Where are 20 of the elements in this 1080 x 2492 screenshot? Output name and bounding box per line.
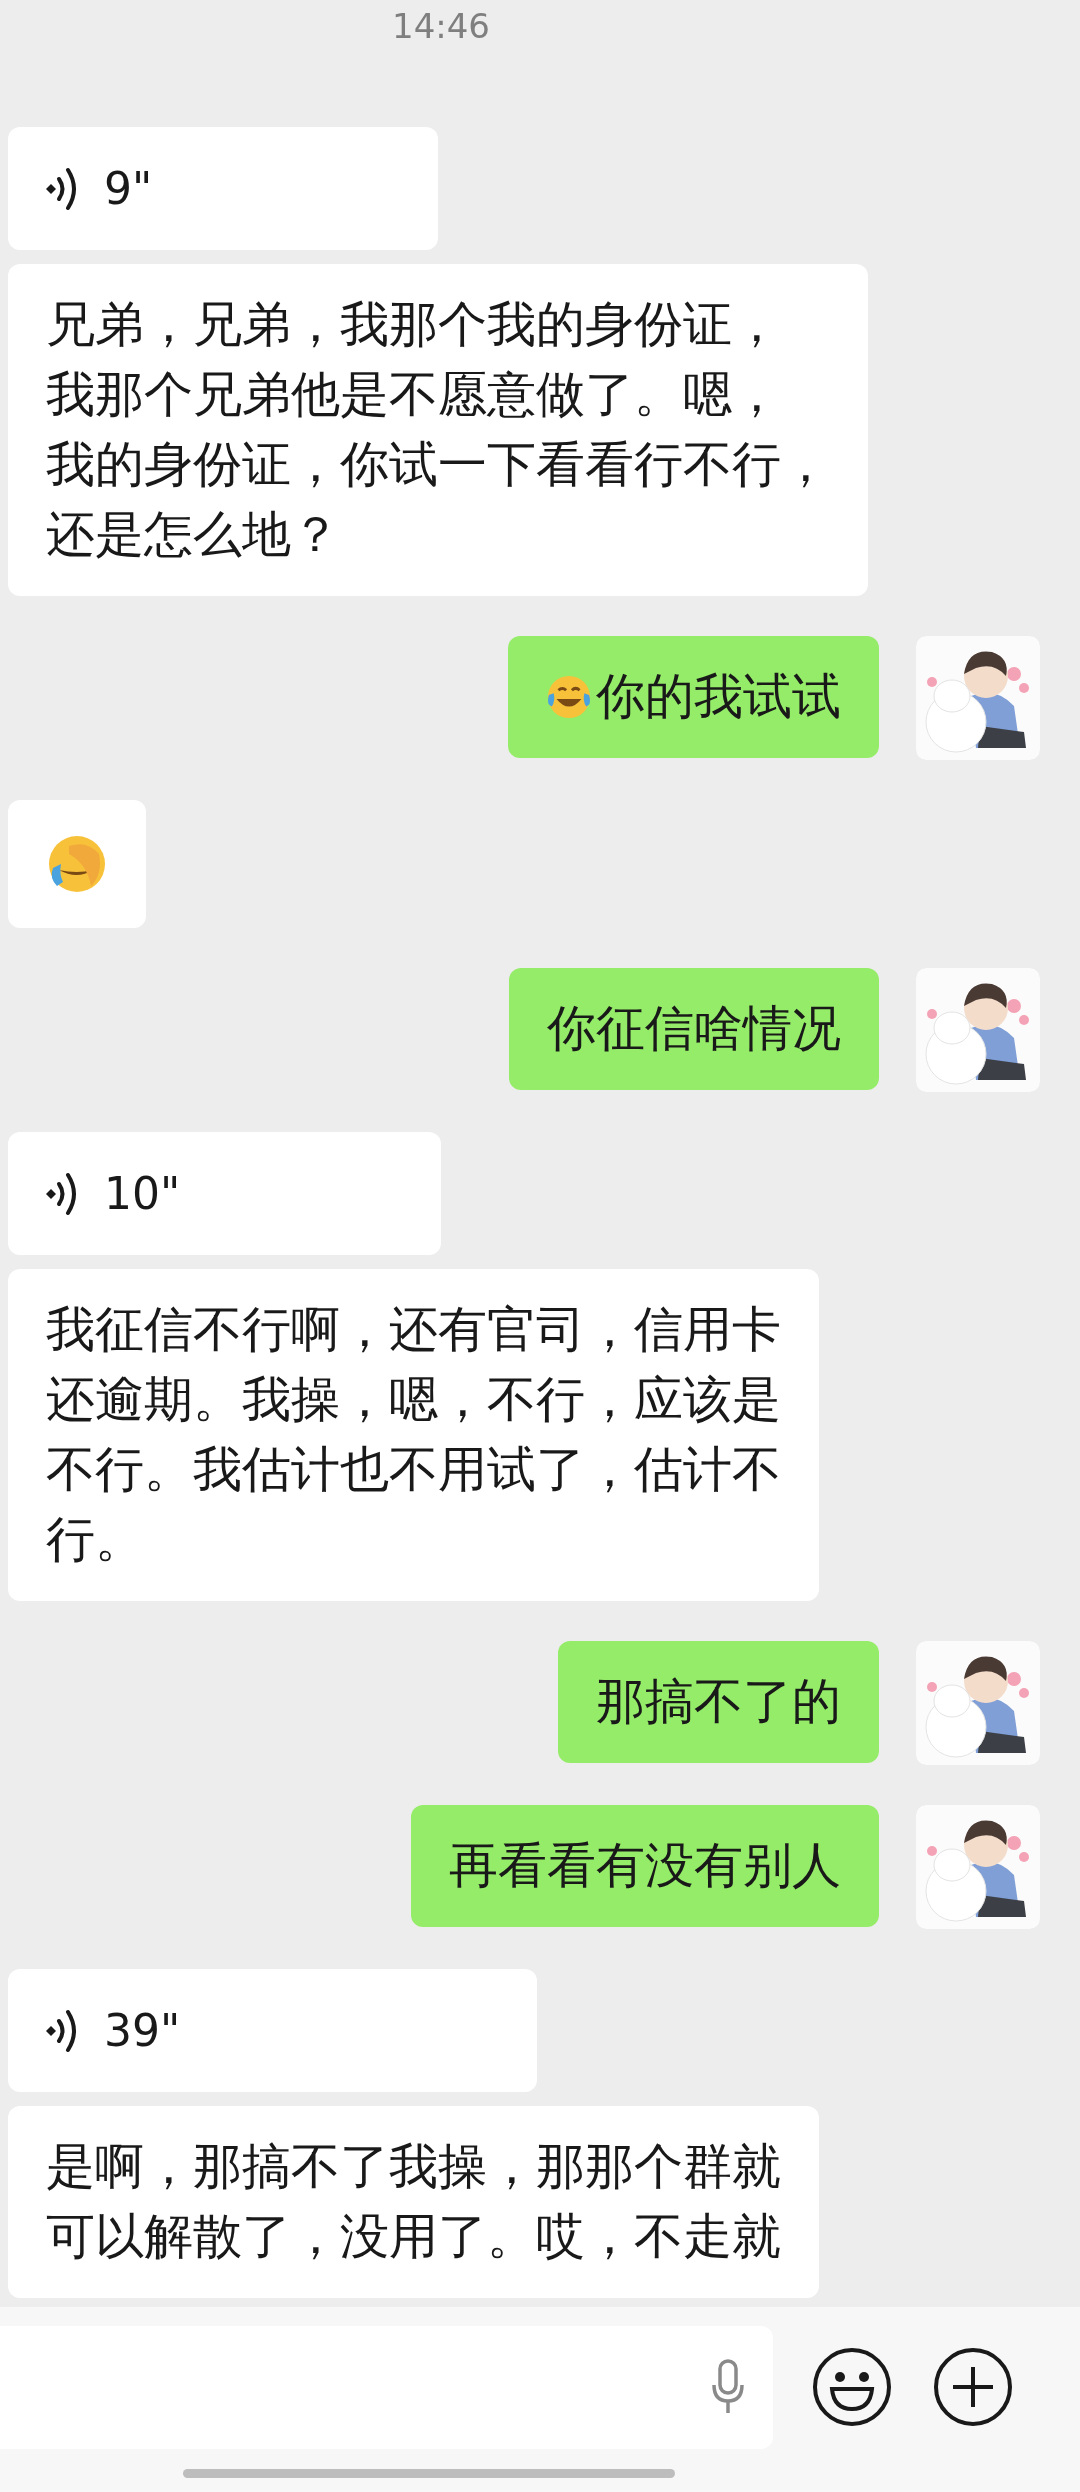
message-text: 我征信不行啊，还有官司，信用卡 还逾期。我操，嗯，不行，应该是 不行。我估计也不用试了，估计不 行。 xyxy=(46,1300,781,1570)
timestamp: 14:46 xyxy=(392,5,490,48)
microphone-icon[interactable] xyxy=(711,2359,745,2415)
message-text: 你征信啥情况 xyxy=(547,999,841,1059)
add-icon[interactable] xyxy=(933,2347,1013,2427)
facepalm-tears-icon xyxy=(47,834,107,894)
message-text: 是啊，那搞不了我操，那那个群就 可以解散了，没用了。哎，不走就 xyxy=(46,2137,781,2267)
voice-message[interactable]: 10" xyxy=(8,1132,441,1255)
voice-message[interactable]: 39" xyxy=(8,1969,537,2092)
message-text: 再看看有没有别人 xyxy=(449,1836,841,1896)
voice-duration: 9" xyxy=(104,163,153,214)
voice-duration: 39" xyxy=(104,2005,181,2056)
message-input[interactable] xyxy=(0,2325,773,2449)
voice-duration: 10" xyxy=(104,1168,181,1219)
laughing-tears-icon xyxy=(546,674,592,720)
message-text: 你的我试试 xyxy=(596,667,841,727)
message-text: 那搞不了的 xyxy=(596,1672,841,1732)
emoji-icon[interactable] xyxy=(812,2347,892,2427)
message-text: 兄弟，兄弟，我那个我的身份证， 我那个兄弟他是不愿意做了。嗯， 我的身份证，你试一下看看行不行， 还是怎么地？ xyxy=(46,295,830,565)
voice-message[interactable]: 9" xyxy=(8,127,438,250)
